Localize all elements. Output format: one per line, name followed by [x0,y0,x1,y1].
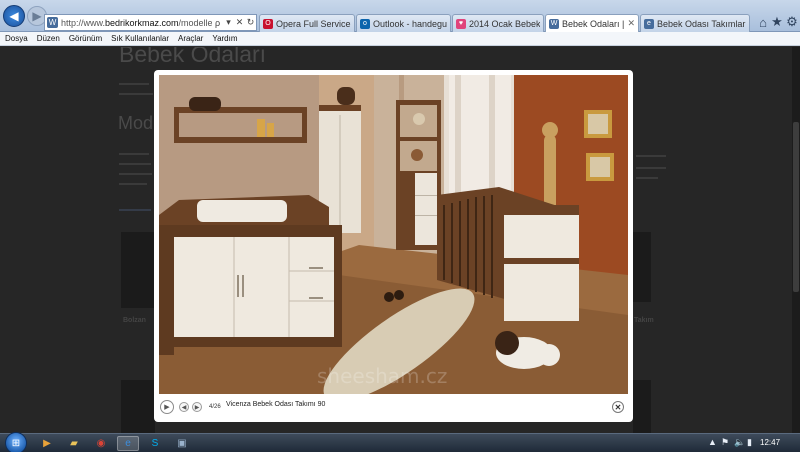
taskbar-internet-explorer[interactable]: e [117,436,139,451]
scrollbar-thumb[interactable] [793,122,799,292]
product-thumbnail[interactable] [633,380,651,433]
tab-label: Opera Full Service Edi... [276,18,351,29]
media-player-icon: ▶ [43,438,51,449]
close-icon: ✕ [614,402,622,412]
start-button[interactable]: ⊞ [5,432,27,452]
lightbox-close-button[interactable]: ✕ [612,401,624,413]
lightbox-photo[interactable]: sheesham.cz [159,75,628,394]
ie-icon: e [125,438,131,449]
nursery-room-image: sheesham.cz [159,75,628,394]
page-link[interactable] [119,209,151,211]
page-text-line [119,153,149,155]
product-caption[interactable]: Takım [634,317,654,324]
tab-label: Bebek Odaları | [562,18,625,29]
image-caption: Vicenza Bebek Odası Takımı 90 [226,401,326,408]
menu-bar: Dosya Düzen Görünüm Sık Kullanılanlar Ar… [0,32,800,46]
tab-bebek-odalari[interactable]: W Bebek Odaları | ✕ [545,14,639,32]
refresh-icon[interactable]: ↻ [245,17,256,28]
windows-taskbar: ⊞ ▶ ▰ ◉ e S ▣ ▲ ⚑ 🔈 ▮ 12:47 [0,432,800,452]
page-text-line [636,177,658,179]
taskbar-skype[interactable]: S [144,436,166,451]
menu-edit[interactable]: Düzen [37,34,60,43]
browser-titlebar: ◀ ▶ W http://www.bedrikorkmaz.com/modell… [0,0,800,32]
page-section-heading: Mod [118,113,154,133]
page-title: Bebek Odaları [119,47,267,67]
opera-tab-icon: O [263,18,273,29]
product-thumbnail[interactable] [121,380,155,433]
url-prefix: http://www. [61,17,106,28]
product-thumbnail[interactable] [121,232,155,308]
page-scrollbar[interactable] [792,47,800,433]
page-text-line [119,173,152,175]
play-icon: ▶ [164,404,170,411]
tab-label: Outlook - handegucuv... [373,18,447,29]
heart-tab-icon: ♥ [456,18,466,29]
next-image-button[interactable]: ▶ [192,402,202,412]
skype-icon: S [151,438,159,449]
site-tab-icon: W [549,18,559,29]
tools-gear-icon[interactable]: ⚙ [785,14,799,29]
site-favicon-icon: W [47,17,58,28]
product-thumbnail[interactable] [633,232,651,302]
menu-view[interactable]: Görünüm [69,34,102,43]
action-center-flag-icon[interactable]: ⚑ [721,437,729,448]
taskbar-chrome[interactable]: ◉ [90,436,112,451]
forward-arrow-icon: ▶ [32,9,42,23]
taskbar-explorer[interactable]: ▰ [63,436,85,451]
system-clock[interactable]: 12:47 [760,438,780,447]
page-text-line [119,183,147,185]
tab-opera[interactable]: O Opera Full Service Edi... [259,14,355,32]
windows-logo-icon: ⊞ [11,437,21,449]
address-bar[interactable]: W http://www.bedrikorkmaz.com/modeller/b… [44,14,257,31]
home-icon[interactable]: ⌂ [756,15,770,30]
tab-label: Bebek Odası Takımları - T... [657,18,746,29]
taskbar-window[interactable]: ▣ [171,436,193,451]
menu-help[interactable]: Yardım [212,34,237,43]
lightbox-dialog: sheesham.cz ▶ ◀ ▶ 4/26 Vicenza Bebek Oda… [154,70,633,422]
tab-bebekler[interactable]: ♥ 2014 Ocak Bebekler: Uk... [452,14,544,32]
menu-favorites[interactable]: Sık Kullanılanlar [111,34,169,43]
address-url[interactable]: http://www.bedrikorkmaz.com/modeller/beb… [61,18,212,28]
window-icon: ▣ [177,438,187,449]
network-icon[interactable]: ▮ [747,437,752,448]
page-text-line [119,93,153,95]
page-text-line [119,83,149,85]
url-domain: bedrikorkmaz.com [105,17,179,28]
previous-image-button[interactable]: ◀ [179,402,189,412]
previous-icon: ◀ [181,404,187,411]
page-text-line [636,167,666,169]
back-button[interactable]: ◀ [3,5,25,27]
tray-expand-icon[interactable]: ▲ [708,437,717,447]
lightbox-controls: ▶ ◀ ▶ 4/26 Vicenza Bebek Odası Takımı 90… [154,396,633,422]
tab-label: 2014 Ocak Bebekler: Uk... [469,18,540,29]
address-dropdown-icon[interactable]: ▾ [223,17,234,28]
ie-tab-icon: e [644,18,654,29]
search-icon[interactable]: ρ [212,18,223,28]
chrome-icon: ◉ [96,438,106,449]
next-icon: ▶ [194,404,200,411]
tab-outlook[interactable]: o Outlook - handegucuv... [356,14,451,32]
page-text-line [119,163,151,165]
url-path: /modeller/bebek-o [178,17,212,28]
product-caption[interactable]: Bolzan [123,317,146,324]
menu-file[interactable]: Dosya [5,34,28,43]
stop-icon[interactable]: ✕ [234,17,245,28]
slideshow-play-button[interactable]: ▶ [160,400,174,414]
volume-icon[interactable]: 🔈 [734,437,745,448]
taskbar-media-player[interactable]: ▶ [36,436,58,451]
tab-close-icon[interactable]: ✕ [627,18,635,29]
image-watermark: sheesham.cz [317,364,447,388]
explorer-folder-icon: ▰ [70,438,78,449]
outlook-tab-icon: o [360,18,370,29]
page-text-line [636,155,666,157]
tab-takimlari[interactable]: e Bebek Odası Takımları - T... [640,14,750,32]
menu-tools[interactable]: Araçlar [178,34,203,43]
back-arrow-icon: ◀ [9,9,19,23]
image-counter: 4/26 [209,404,221,410]
favorites-star-icon[interactable]: ★ [770,14,784,29]
